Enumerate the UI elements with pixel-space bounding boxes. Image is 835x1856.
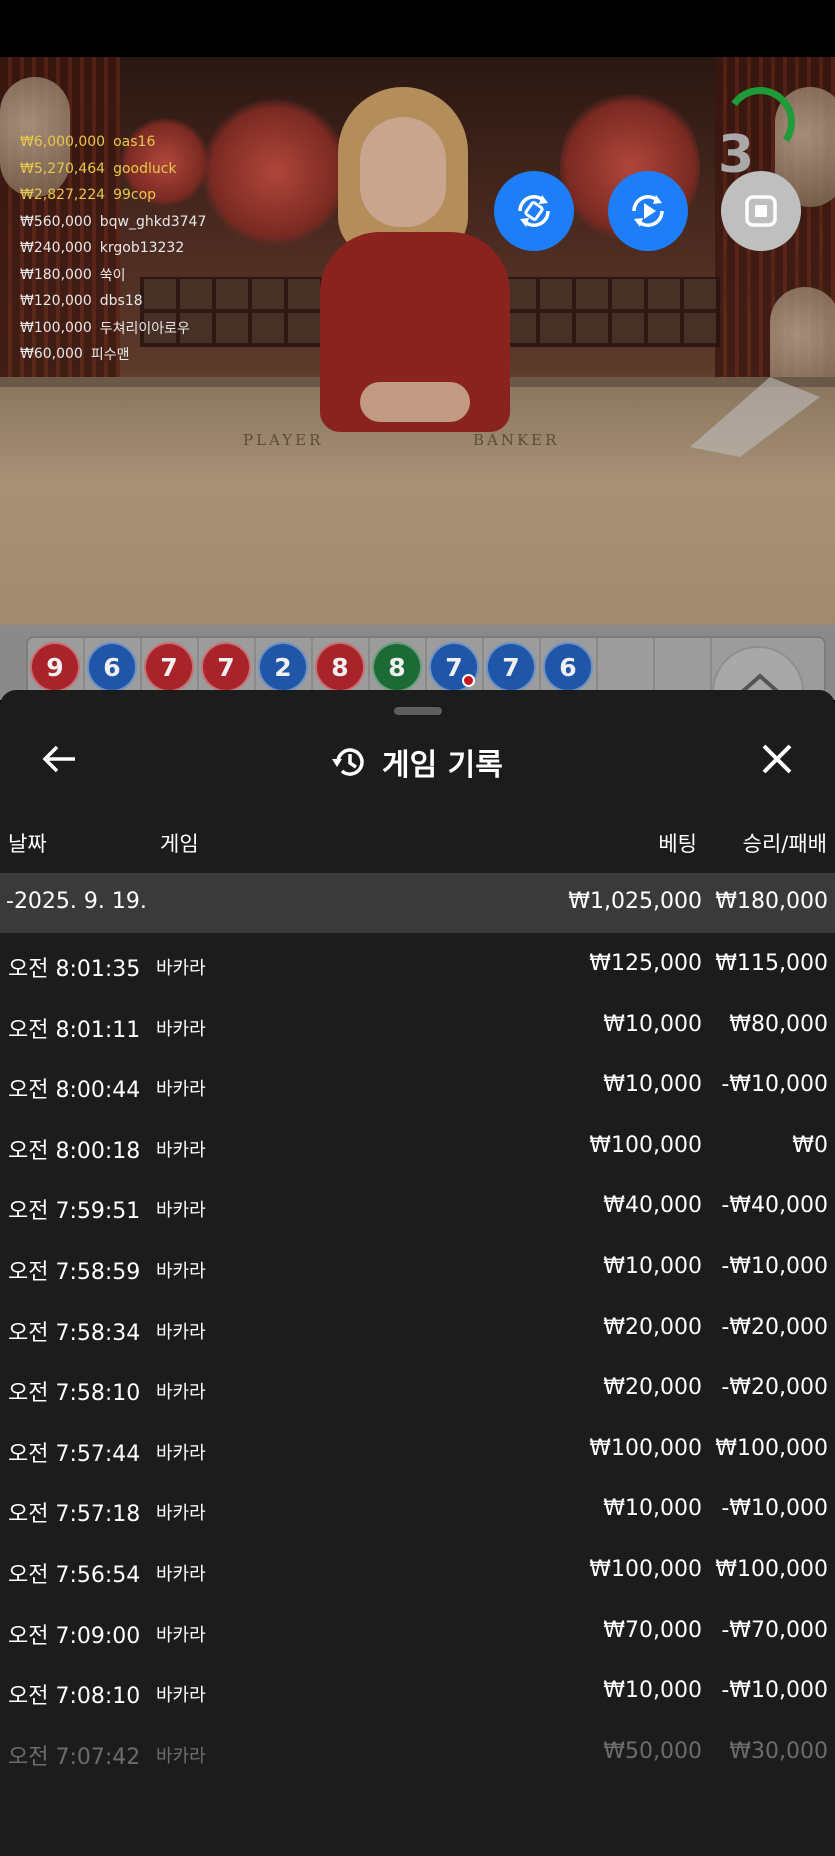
history-row[interactable]: 오전 8:01:11 바카라 ₩10,000 ₩80,000 [0,994,835,1055]
stop-icon [745,195,777,227]
leaderboard-row: ₩2,827,224 99cop [20,187,157,204]
column-result: 승리/패배 [742,832,827,856]
drag-handle[interactable] [394,707,442,715]
column-date: 날짜 [8,832,47,856]
leaderboard: ₩6,000,000 oas16 ₩5,270,464 goodluck ₩2,82… [20,129,206,368]
day-bet-total: ₩1,025,000 [568,889,702,914]
table-header: 날짜 게임 베팅 승리/패배 [0,820,835,862]
card-shoe [690,377,820,457]
bead-road: 9 6 7 7 2 8 8 7 7 6 [26,636,826,696]
history-row[interactable]: 오전 7:58:34 바카라 ₩20,000 -₩20,000 [0,1297,835,1358]
bead: 7 [201,642,251,692]
history-row[interactable]: 오전 8:01:35 바카라 ₩125,000 ₩115,000 [0,933,835,994]
dealer [300,77,560,437]
leaderboard-row: ₩560,000 bqw_ghkd3747 [20,213,207,230]
history-row[interactable]: 오전 7:08:10 바카라 ₩10,000 -₩10,000 [0,1660,835,1721]
bead: 2 [258,642,308,692]
bead: 7 [486,642,536,692]
stop-button[interactable] [721,171,801,251]
history-row[interactable]: 오전 7:09:00 바카라 ₩70,000 -₩70,000 [0,1600,835,1661]
history-row[interactable]: 오전 7:56:54 바카라 ₩100,000 ₩100,000 [0,1539,835,1600]
bead: 9 [30,642,80,692]
leaderboard-row: ₩6,000,000 oas16 [20,134,156,151]
close-icon [762,744,792,774]
day-summary-row[interactable]: -2025. 9. 19. ₩1,025,000 ₩180,000 [0,873,835,933]
history-row[interactable]: 오전 7:57:44 바카라 ₩100,000 ₩100,000 [0,1418,835,1479]
leaderboard-row: ₩180,000 쑥이 [20,266,126,284]
replay-icon [632,195,664,227]
leaderboard-row: ₩60,000 피수맨 [20,346,130,364]
sheet-header: 게임 기록 [330,740,503,784]
bead: 8 [315,642,365,692]
history-list: 오전 8:01:35 바카라 ₩125,000 ₩115,000 오전 8:01:11… [0,933,835,1781]
history-row[interactable]: 오전 7:07:42 바카라 ₩50,000 ₩30,000 [0,1721,835,1782]
history-row[interactable]: 오전 7:58:10 바카라 ₩20,000 -₩20,000 [0,1357,835,1418]
close-button[interactable] [752,734,802,784]
day-date: -2025. 9. 19. [6,889,147,914]
column-game: 게임 [160,832,199,856]
history-row[interactable]: 오전 8:00:44 바카라 ₩10,000 -₩10,000 [0,1054,835,1115]
history-row[interactable]: 오전 7:57:18 바카라 ₩10,000 -₩10,000 [0,1478,835,1539]
history-row[interactable]: 오전 7:59:51 바카라 ₩40,000 -₩40,000 [0,1175,835,1236]
day-result-total: ₩180,000 [715,889,828,914]
history-row[interactable]: 오전 8:00:18 바카라 ₩100,000 ₩0 [0,1115,835,1176]
column-bet: 베팅 [658,832,697,856]
bead: 6 [543,642,593,692]
replay-video-button[interactable] [608,171,688,251]
bead: 8 [372,642,422,692]
sheet-title: 게임 기록 [382,748,503,783]
rotate-view-button[interactable] [494,171,574,251]
pair-marker [462,674,475,687]
game-history-sheet: 게임 기록 날짜 게임 베팅 승리/패배 -2025. 9. 19. ₩1,02… [0,690,835,1856]
back-button[interactable] [34,734,84,784]
history-icon [332,748,364,776]
arrow-left-icon [42,745,75,773]
bead: 6 [87,642,137,692]
bead: 7 [144,642,194,692]
history-row[interactable]: 오전 7:58:59 바카라 ₩10,000 -₩10,000 [0,1236,835,1297]
rotate-icon [518,195,550,227]
leaderboard-row: ₩120,000 dbs18 [20,293,143,310]
leaderboard-row: ₩240,000 krgob13232 [20,240,185,257]
leaderboard-row: ₩5,270,464 goodluck [20,160,177,177]
leaderboard-row: ₩100,000 두쳐리이아로우 [20,319,190,337]
